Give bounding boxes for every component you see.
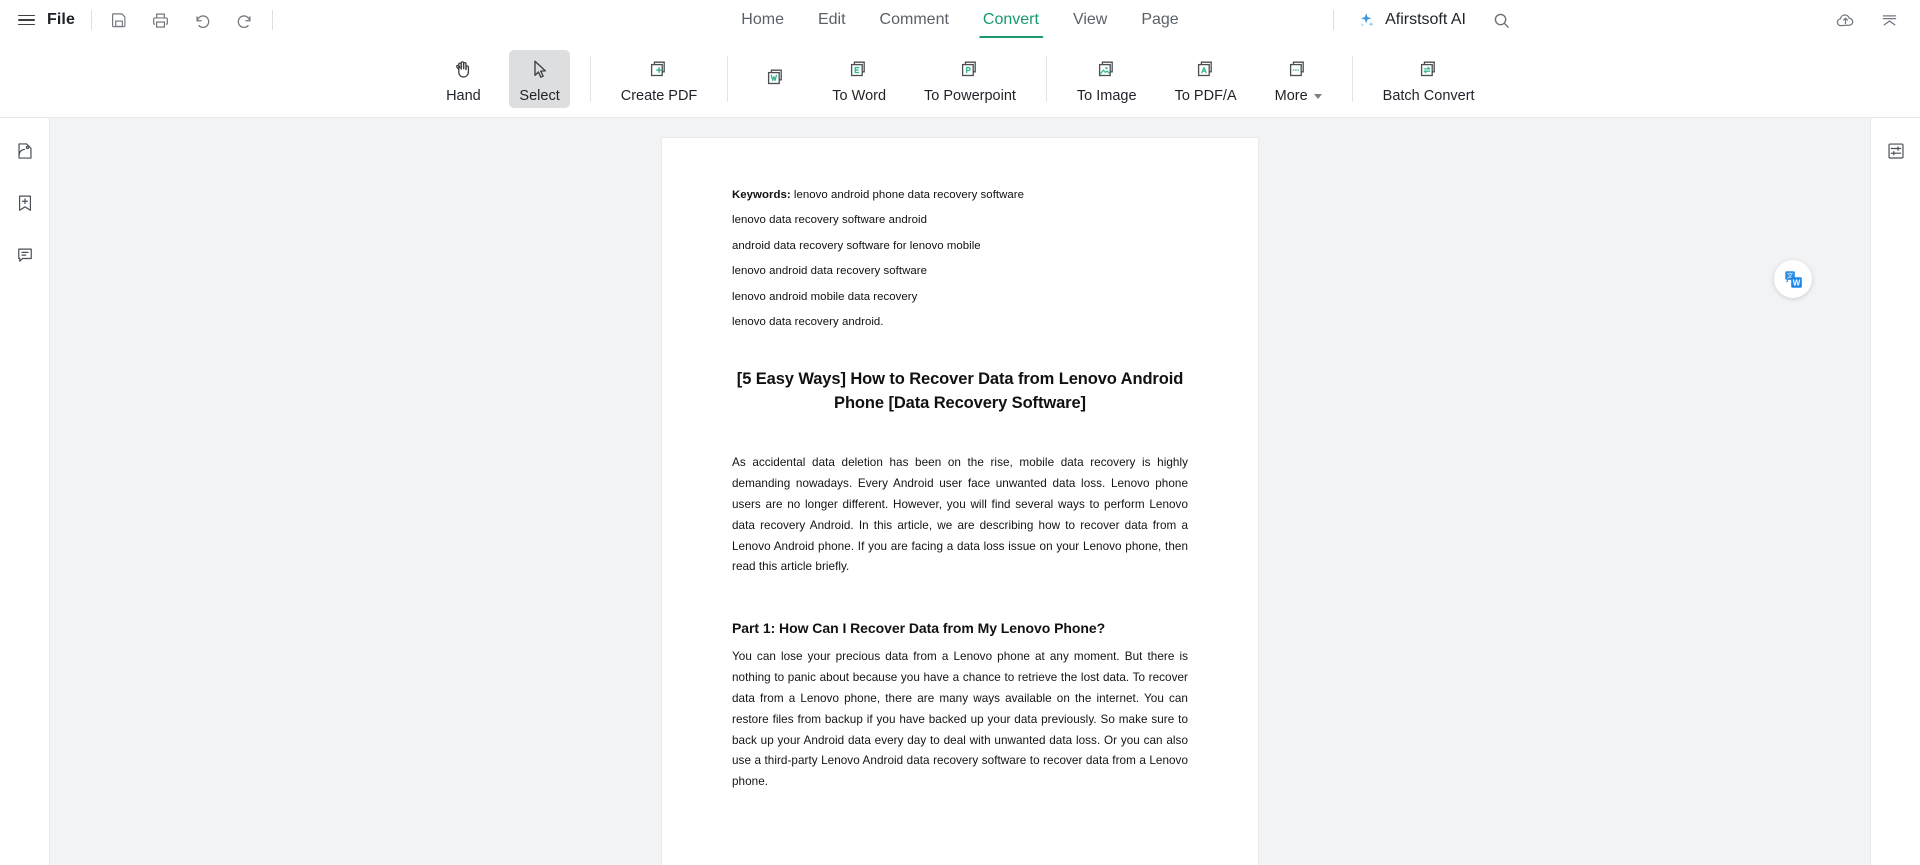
create-pdf-icon [646, 55, 672, 85]
chevron-down-icon[interactable] [1313, 94, 1322, 99]
convert-ribbon-toolbar: Hand Select Create PDF To Word To Powerp… [0, 40, 1920, 118]
ribbon-items: Hand Select Create PDF To Word To Powerp… [426, 40, 1493, 117]
ribbon-to-image-label: To Image [1076, 87, 1137, 104]
ribbon-to-word[interactable] [748, 58, 804, 100]
ribbon-select-label: Select [519, 87, 560, 104]
workspace: Keywords: lenovo android phone data reco… [0, 118, 1920, 865]
ribbon-more-label: More [1275, 88, 1322, 104]
left-sidebar [0, 118, 50, 865]
redo-icon[interactable] [234, 9, 256, 31]
divider [271, 10, 273, 30]
ribbon-more-text: More [1274, 87, 1308, 104]
ribbon-to-powerpoint[interactable]: To Powerpoint [914, 50, 1026, 108]
search-icon[interactable] [1488, 7, 1514, 33]
document-heading-part1: Part 1: How Can I Recover Data from My L… [732, 620, 1106, 637]
keywords-first: lenovo android phone data recovery softw… [790, 189, 1025, 201]
keyword-line: lenovo android mobile data recovery [732, 290, 918, 303]
document-keywords-line: Keywords: lenovo android phone data reco… [732, 189, 1188, 201]
comment-icon[interactable] [10, 240, 40, 270]
ai-label: Afirstsoft AI [1385, 11, 1466, 28]
divider [90, 10, 92, 30]
title-bar-left: File [0, 9, 289, 31]
title-bar: File Home Edit Comment Convert View Page… [0, 0, 1920, 40]
divider [1351, 55, 1353, 102]
tab-view[interactable]: View [1056, 0, 1124, 40]
document-title: [5 Easy Ways] How to Recover Data from L… [736, 370, 1184, 412]
ribbon-to-excel[interactable]: To Word [822, 50, 896, 108]
divider [1333, 10, 1335, 30]
batch-convert-icon [1416, 55, 1442, 85]
afirstsoft-ai-button[interactable]: Afirstsoft AI [1356, 10, 1466, 30]
cursor-arrow-icon [527, 55, 552, 85]
collapse-ribbon-icon[interactable] [1878, 9, 1900, 31]
translate-glyph: 文 W [1784, 270, 1802, 288]
to-word-icon [763, 63, 789, 93]
to-powerpoint-icon [957, 55, 983, 85]
divider [589, 55, 591, 102]
page-thumbnails-icon[interactable] [10, 136, 40, 166]
ribbon-batch-convert[interactable]: Batch Convert [1373, 50, 1485, 108]
more-icon [1285, 55, 1311, 85]
tab-convert[interactable]: Convert [966, 0, 1056, 40]
divider [1045, 55, 1047, 102]
ribbon-hand-label: Hand [446, 87, 481, 104]
tab-home[interactable]: Home [724, 0, 801, 40]
keyword-line: android data recovery software for lenov… [732, 239, 981, 252]
tab-page[interactable]: Page [1124, 0, 1195, 40]
window-right-icons [1834, 9, 1920, 31]
application-window: File Home Edit Comment Convert View Page… [0, 0, 1920, 865]
to-pdfa-icon [1193, 55, 1219, 85]
svg-text:W: W [1792, 278, 1800, 287]
file-menu-button[interactable]: File [47, 11, 75, 29]
ribbon-create-pdf-label: Create PDF [620, 87, 698, 104]
keyword-line: lenovo data recovery android. [732, 316, 884, 329]
cloud-upload-icon[interactable] [1834, 9, 1856, 31]
document-intro-paragraph: As accidental data deletion has been on … [732, 456, 1188, 574]
hamburger-icon[interactable] [18, 14, 36, 26]
ribbon-batch-convert-label: Batch Convert [1382, 87, 1475, 104]
save-icon[interactable] [108, 9, 130, 31]
right-sidebar [1870, 118, 1920, 865]
undo-icon[interactable] [192, 9, 214, 31]
tab-edit[interactable]: Edit [801, 0, 863, 40]
bookmark-add-icon[interactable] [10, 188, 40, 218]
title-bar-right: Afirstsoft AI [1333, 0, 1920, 40]
ribbon-hand-tool[interactable]: Hand [435, 50, 491, 108]
document-viewport[interactable]: Keywords: lenovo android phone data reco… [50, 118, 1870, 865]
ribbon-to-excel-label: To Word [832, 87, 887, 104]
keyword-line: lenovo data recovery software android [732, 214, 927, 227]
keyword-line: lenovo android data recovery software [732, 265, 927, 278]
properties-sliders-icon[interactable] [1881, 136, 1911, 166]
ribbon-select-tool[interactable]: Select [509, 49, 570, 108]
tab-comment[interactable]: Comment [863, 0, 966, 40]
ribbon-create-pdf[interactable]: Create PDF [611, 50, 708, 108]
ribbon-to-image[interactable]: To Image [1067, 50, 1147, 108]
ribbon-to-pdfa[interactable]: To PDF/A [1165, 50, 1247, 108]
to-image-icon [1094, 55, 1120, 85]
to-excel-icon [846, 55, 872, 85]
pdf-page: Keywords: lenovo android phone data reco… [662, 138, 1258, 865]
document-part1-paragraph: You can lose your precious data from a L… [732, 650, 1188, 789]
translate-icon[interactable]: 文 W [1774, 260, 1812, 298]
ribbon-to-powerpoint-label: To Powerpoint [924, 87, 1016, 104]
ribbon-more[interactable]: More [1265, 50, 1332, 108]
hand-icon [451, 55, 476, 85]
main-tabs: Home Edit Comment Convert View Page [724, 0, 1195, 40]
print-icon[interactable] [150, 9, 172, 31]
divider [727, 55, 729, 102]
sparkle-icon [1360, 13, 1374, 27]
keywords-label: Keywords: [732, 189, 791, 201]
ribbon-to-pdfa-label: To PDF/A [1174, 87, 1237, 104]
quick-action-group [108, 9, 256, 31]
